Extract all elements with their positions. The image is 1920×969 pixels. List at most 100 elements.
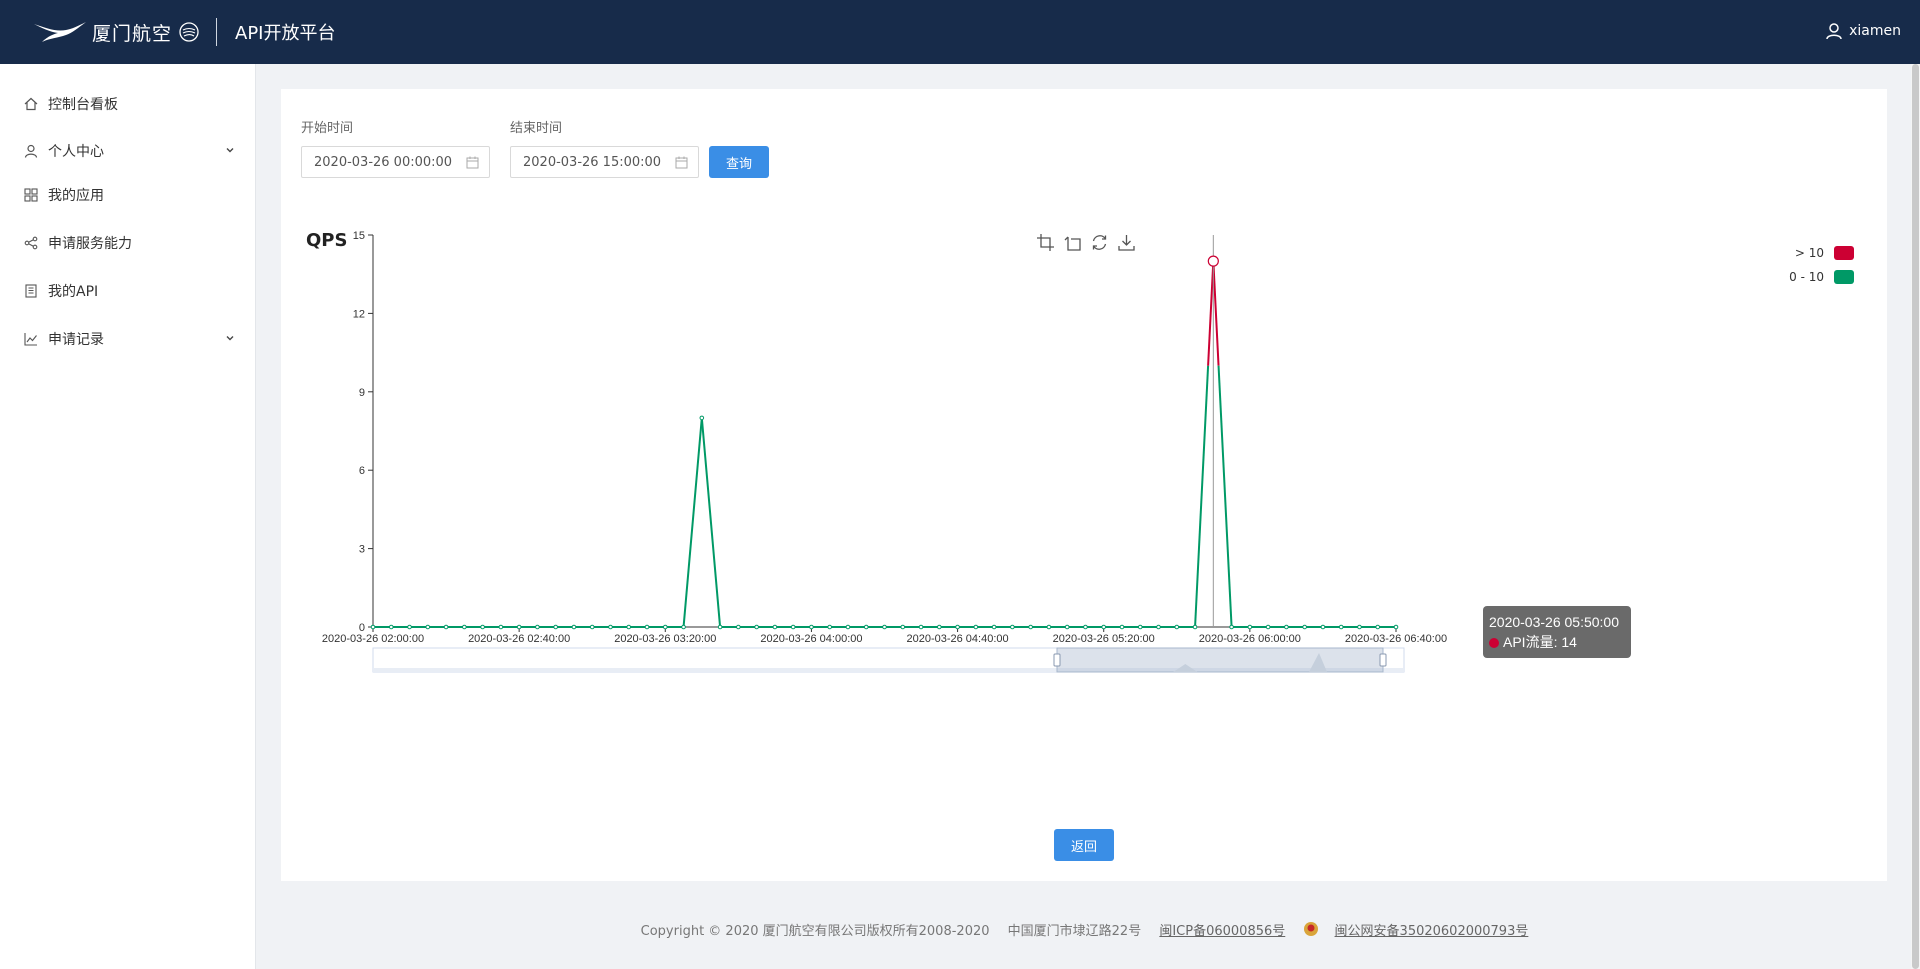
data-point (516, 624, 522, 630)
data-point (462, 624, 467, 630)
data-point (1046, 624, 1052, 630)
data-point (845, 624, 851, 630)
data-point (498, 624, 504, 630)
chart-tooltip: 2020-03-26 05:50:00 API流量: 14 (1483, 606, 1631, 658)
highlighted-point (1207, 255, 1219, 267)
data-point (1375, 624, 1381, 630)
data-point (553, 624, 558, 630)
icp-link[interactable]: 闽ICP备06000856号 (1159, 924, 1285, 939)
data-zoom-handle[interactable] (1053, 653, 1061, 667)
sidebar-item-dashboard[interactable]: 控制台看板 (0, 84, 256, 124)
y-tick-label: 12 (353, 308, 365, 320)
sidebar-item-label: 申请服务能力 (48, 236, 132, 252)
data-point (1393, 624, 1399, 630)
data-zoom-handle[interactable] (1379, 653, 1387, 667)
page-scrollbar[interactable] (1911, 64, 1920, 969)
back-button[interactable]: 返回 (1054, 829, 1114, 861)
data-point (918, 624, 924, 630)
data-point (1119, 624, 1125, 630)
sidebar-item-personal-center[interactable]: 个人中心 (0, 131, 256, 171)
data-point (1284, 624, 1289, 630)
book-icon (23, 283, 39, 299)
platform-name: API开放平台 (235, 23, 336, 44)
data-point (1174, 624, 1180, 630)
user-icon (23, 143, 39, 159)
data-point (827, 624, 832, 630)
logo-emblem-icon (179, 22, 199, 42)
logo-divider (216, 18, 218, 46)
username: xiamen (1849, 23, 1901, 39)
data-point (443, 624, 449, 630)
data-point (790, 624, 796, 630)
data-point (991, 624, 997, 630)
data-point (662, 624, 668, 630)
y-tick-label: 3 (359, 544, 365, 556)
sidebar-item-my-api[interactable]: 我的API (0, 271, 256, 311)
user-icon (1826, 23, 1842, 40)
y-tick-label: 9 (359, 387, 365, 399)
x-tick-label: 2020-03-26 02:40:00 (468, 633, 570, 645)
chevron-down-icon (226, 148, 234, 153)
logo-text: 厦门航空 (92, 22, 173, 45)
police-badge-icon (1304, 922, 1319, 936)
tooltip-value-row: API流量: 14 (1489, 632, 1625, 652)
data-point (973, 624, 979, 630)
data-point (608, 624, 613, 630)
data-point (1338, 624, 1344, 630)
y-tick-label: 6 (359, 465, 365, 477)
x-tick-label: 2020-03-26 02:00:00 (322, 633, 424, 645)
data-point (370, 624, 376, 630)
series-line-segment (1207, 261, 1215, 366)
data-point (681, 624, 686, 630)
data-point (407, 624, 412, 630)
x-tick-label: 2020-03-26 06:00:00 (1199, 633, 1301, 645)
logo[interactable]: 厦门航空 API开放平台 (32, 16, 336, 48)
data-point (736, 624, 741, 630)
footer-copyright: Copyright © 2020 厦门航空有限公司版权所有2008-2020 (640, 924, 990, 939)
footer-address: 中国厦门市埭辽路22号 (1007, 924, 1142, 939)
main-panel: 开始时间 2020-03-26 00:00:00 结束时间 2020-03-26… (281, 89, 1887, 881)
data-point (1064, 624, 1070, 630)
data-point (772, 624, 778, 630)
data-point (754, 624, 759, 630)
data-point (717, 624, 723, 630)
top-header: 厦门航空 API开放平台 xiamen (0, 0, 1920, 64)
home-icon (23, 96, 39, 112)
data-zoom-selection[interactable] (1056, 647, 1384, 673)
share-icon (23, 235, 39, 251)
sidebar-item-my-apps[interactable]: 我的应用 (0, 175, 256, 215)
sidebar-item-label: 我的API (48, 284, 99, 300)
sidebar-item-label: 我的应用 (48, 188, 104, 204)
x-tick-label: 2020-03-26 04:40:00 (906, 633, 1008, 645)
data-point (699, 415, 705, 421)
data-point (955, 624, 960, 630)
sidebar-item-apply-records[interactable]: 申请记录 (0, 319, 256, 359)
data-point (809, 624, 814, 630)
data-point (1192, 624, 1198, 630)
sidebar-item-label: 控制台看板 (48, 97, 118, 113)
data-point (644, 624, 650, 630)
sidebar-item-apply-service[interactable]: 申请服务能力 (0, 223, 256, 263)
data-point (1265, 624, 1271, 630)
airline-bird-logo-icon (34, 22, 86, 42)
chevron-down-icon (226, 336, 234, 341)
data-point (937, 624, 942, 630)
tooltip-value: API流量: 14 (1503, 634, 1577, 650)
series-line-segment (1194, 365, 1210, 628)
series-line-segment (1217, 365, 1233, 628)
qps-line-chart[interactable]: 036912152020-03-26 02:00:00 2020-03-26 02… (281, 89, 1887, 789)
scrollbar-thumb[interactable] (1912, 64, 1919, 969)
data-point (480, 624, 485, 630)
police-record[interactable]: 闽公网安备35020602000793号 (1303, 922, 1535, 939)
data-point (1357, 624, 1362, 630)
x-tick-label: 2020-03-26 05:20:00 (1053, 633, 1155, 645)
data-point (900, 624, 906, 630)
data-point (863, 624, 869, 630)
x-tick-label: 2020-03-26 04:00:00 (760, 633, 862, 645)
tooltip-dot (1489, 638, 1499, 648)
sidebar-item-label: 申请记录 (48, 332, 104, 348)
user-menu[interactable]: xiamen (1825, 22, 1901, 40)
data-point (535, 624, 540, 630)
series-line-segment (1212, 261, 1220, 366)
x-tick-label: 2020-03-26 03:20:00 (614, 633, 716, 645)
